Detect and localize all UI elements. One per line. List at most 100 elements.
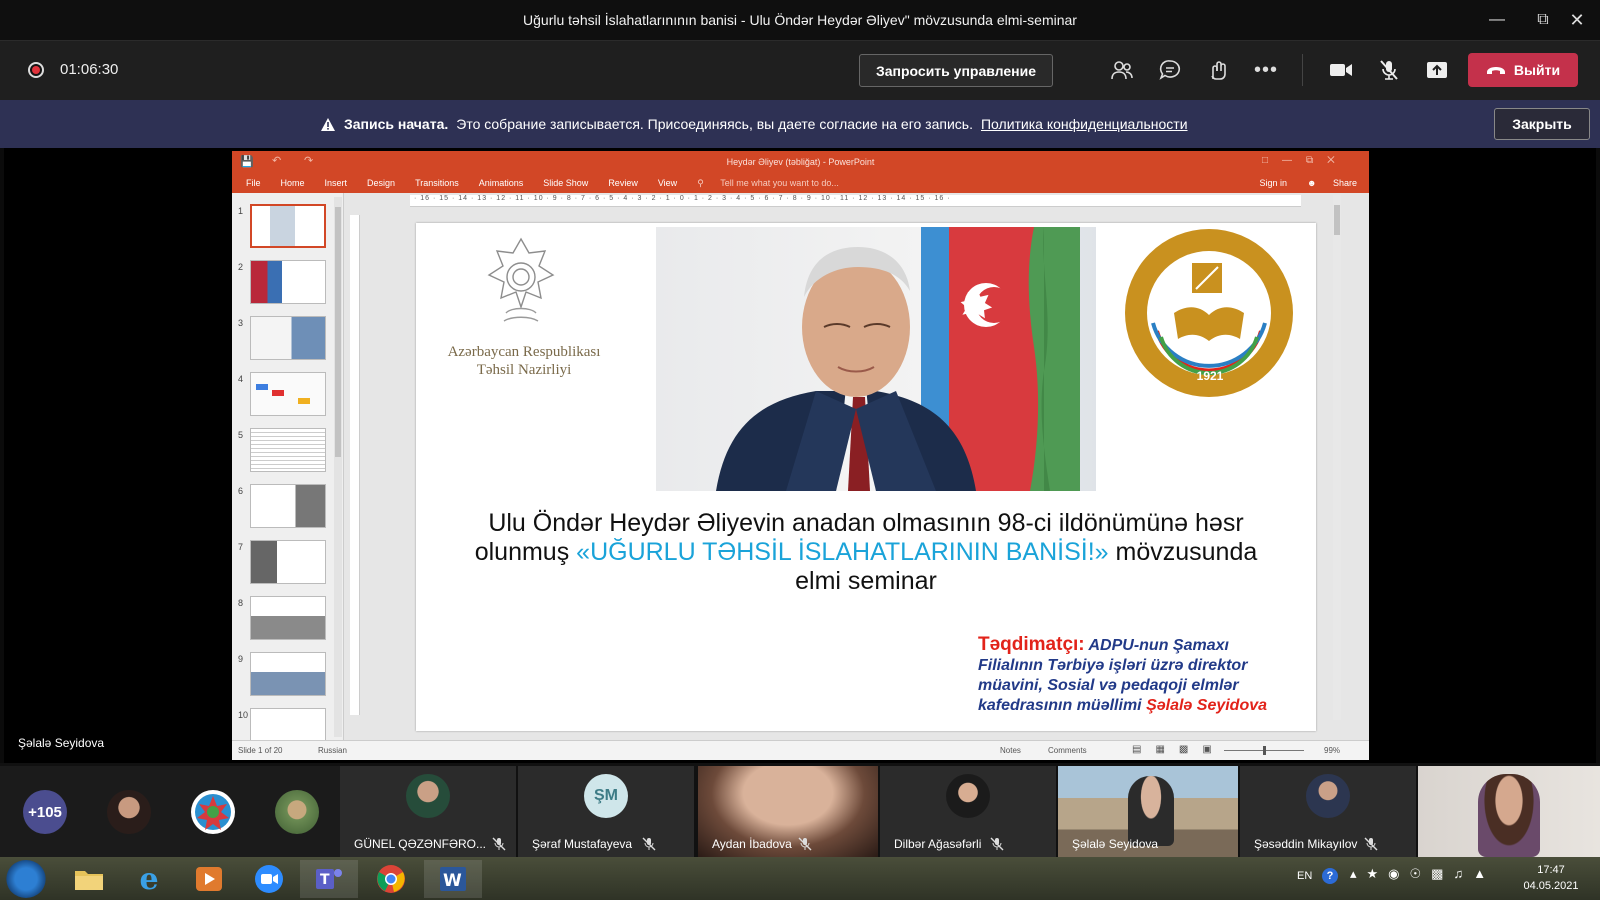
slide-thumbnail[interactable]: [250, 260, 326, 304]
participant-video-tile[interactable]: Aydan İbadova: [698, 766, 878, 857]
participant-avatar[interactable]: [107, 790, 151, 834]
vertical-ruler: [350, 215, 360, 715]
thumb-number: 2: [238, 262, 244, 272]
ppt-tab[interactable]: Transitions: [415, 178, 459, 188]
ppt-tab[interactable]: Insert: [325, 178, 348, 188]
zoom-level[interactable]: 99%: [1324, 746, 1340, 755]
participant-video-tile[interactable]: Şəlalə Seyidova: [1058, 766, 1238, 857]
ppt-tab[interactable]: Slide Show: [543, 178, 588, 188]
chat-icon[interactable]: [1150, 52, 1190, 88]
toolbar-divider: [1302, 54, 1303, 86]
editor-scrollbar[interactable]: [1333, 195, 1341, 720]
thumbs-scrollbar-thumb[interactable]: [335, 207, 341, 457]
request-control-button[interactable]: Запросить управление: [859, 54, 1053, 87]
ppt-status-bar: Slide 1 of 20 Russian Notes Comments ▤▦▩…: [232, 740, 1369, 760]
ppt-window-controls[interactable]: □—⧉✕: [1262, 155, 1349, 166]
media-player-icon[interactable]: [180, 860, 238, 898]
meeting-timer: 01:06:30: [60, 61, 119, 78]
system-clock[interactable]: 17:47 04.05.2021: [1516, 862, 1586, 894]
word-app-icon[interactable]: W: [424, 860, 482, 898]
minimize-icon[interactable]: —: [1474, 0, 1520, 40]
participant-avatar[interactable]: [275, 790, 319, 834]
more-options-icon[interactable]: •••: [1246, 52, 1286, 88]
mic-muted-icon: [990, 837, 1004, 851]
ppt-tab[interactable]: Animations: [479, 178, 524, 188]
editor-scrollbar-thumb[interactable]: [1334, 205, 1340, 235]
view-buttons[interactable]: ▤▦▩▣: [1132, 744, 1226, 755]
participant-avatar: [946, 774, 990, 818]
heading-text: olunmuş: [474, 538, 577, 566]
teams-app-icon[interactable]: T: [300, 860, 358, 898]
slide-thumbnail[interactable]: [250, 596, 326, 640]
ppt-sign-in[interactable]: Sign in: [1259, 178, 1287, 188]
thumb-number: 10: [238, 710, 249, 720]
heading-line-2: olunmuş «UĞURLU TƏHSİL İSLAHATLARININ BA…: [446, 538, 1286, 567]
participants-icon[interactable]: [1102, 52, 1142, 88]
ppt-tab[interactable]: View: [658, 178, 677, 188]
system-tray-icons[interactable]: ▴★◉☉▩♫▲: [1350, 866, 1496, 882]
participant-name: Aydan İbadova: [712, 837, 792, 851]
start-button[interactable]: [6, 860, 46, 898]
language-indicator[interactable]: Russian: [318, 746, 347, 755]
clock-date: 04.05.2021: [1523, 880, 1579, 892]
internet-explorer-icon[interactable]: e: [120, 860, 178, 898]
language-indicator[interactable]: EN: [1297, 870, 1312, 882]
participant-video-tile[interactable]: [1418, 766, 1600, 857]
slide-thumbnail[interactable]: [250, 428, 326, 472]
ppt-tab[interactable]: File: [246, 178, 261, 188]
help-icon[interactable]: ?: [1322, 868, 1338, 884]
slide-thumbnail[interactable]: [250, 652, 326, 696]
close-banner-button[interactable]: Закрыть: [1494, 108, 1590, 140]
ppt-tab[interactable]: Design: [367, 178, 395, 188]
chrome-icon[interactable]: [362, 860, 420, 898]
ppt-tab[interactable]: Home: [281, 178, 305, 188]
slide-thumbnail[interactable]: [250, 372, 326, 416]
ppt-tell-me[interactable]: ⚲ Tell me what you want to do...: [697, 178, 845, 189]
svg-text:W: W: [443, 871, 462, 891]
thumb-number: 9: [238, 654, 244, 664]
ministry-name: Azərbaycan Respublikası Təhsil Nazirliyi: [424, 343, 624, 379]
thumb-shape: [256, 384, 268, 390]
slide-thumbnail[interactable]: [250, 204, 326, 248]
slide-thumbnail[interactable]: [250, 540, 326, 584]
share-screen-icon[interactable]: [1417, 52, 1457, 88]
participant-video-figure: [1128, 776, 1174, 846]
more-participants-button[interactable]: +105: [23, 790, 67, 834]
zoom-slider-thumb[interactable]: [1263, 746, 1266, 755]
participant-tile[interactable]: ŞM Şəraf Mustafayeva: [518, 766, 694, 857]
participant-name: Dilbər Ağasəfərli: [894, 837, 982, 851]
privacy-policy-link[interactable]: Политика конфиденциальности: [981, 116, 1188, 132]
slide-thumbnail[interactable]: [250, 316, 326, 360]
leave-button[interactable]: Выйти: [1468, 53, 1578, 87]
participant-tile[interactable]: Dilbər Ağasəfərli: [880, 766, 1056, 857]
slide-canvas[interactable]: Azərbaycan Respublikası Təhsil Nazirliyi: [416, 223, 1316, 731]
slide-thumbnail[interactable]: [250, 484, 326, 528]
notes-button[interactable]: Notes: [1000, 746, 1021, 755]
banner-title: Запись начата.: [344, 116, 449, 132]
file-explorer-icon[interactable]: [60, 860, 118, 898]
participant-tile[interactable]: GÜNEL QƏZƏNFƏRO...: [340, 766, 516, 857]
mic-muted-icon: [798, 837, 812, 851]
thumb-number: 7: [238, 542, 244, 552]
microphone-muted-icon[interactable]: [1369, 52, 1409, 88]
close-icon[interactable]: ✕: [1554, 0, 1600, 40]
reactions-icon[interactable]: [1198, 52, 1238, 88]
ppt-tab[interactable]: Review: [608, 178, 638, 188]
comments-button[interactable]: Comments: [1048, 746, 1087, 755]
zoom-app-icon[interactable]: [240, 860, 298, 898]
heading-line-1: Ulu Öndər Heydər Əliyevin anadan olmasın…: [488, 509, 1244, 537]
mic-muted-icon: [642, 837, 656, 851]
window-title: Uğurlu təhsil İslahatlarınının banisi - …: [523, 12, 1077, 28]
heading-line-3: elmi seminar: [795, 567, 937, 595]
university-year: 1921: [1196, 369, 1224, 383]
camera-icon[interactable]: [1321, 52, 1361, 88]
ppt-share[interactable]: ☻ Share: [1307, 178, 1363, 188]
thumb-shape: [272, 390, 284, 396]
participant-tile[interactable]: Şəsəddin Mikayılov: [1240, 766, 1416, 857]
ppt-tell-me-label: Tell me what you want to do...: [720, 177, 839, 188]
ministry-line-1: Azərbaycan Respublikası: [447, 344, 601, 360]
participant-avatar: [1306, 774, 1350, 818]
participant-avatar[interactable]: [191, 790, 235, 834]
recording-banner-message: Запись начата. Это собрание записывается…: [320, 100, 1188, 148]
thumb-number: 4: [238, 374, 244, 384]
